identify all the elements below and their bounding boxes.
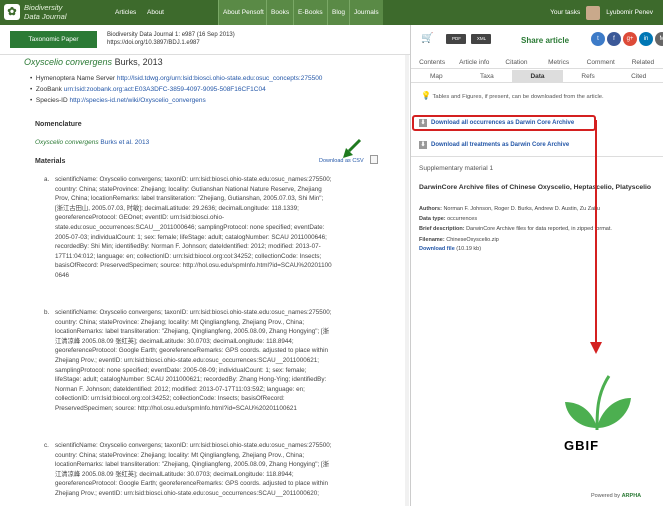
red-arrow-head — [590, 342, 602, 354]
annotation-arrows — [343, 120, 602, 354]
green-arrow-line — [347, 138, 362, 153]
